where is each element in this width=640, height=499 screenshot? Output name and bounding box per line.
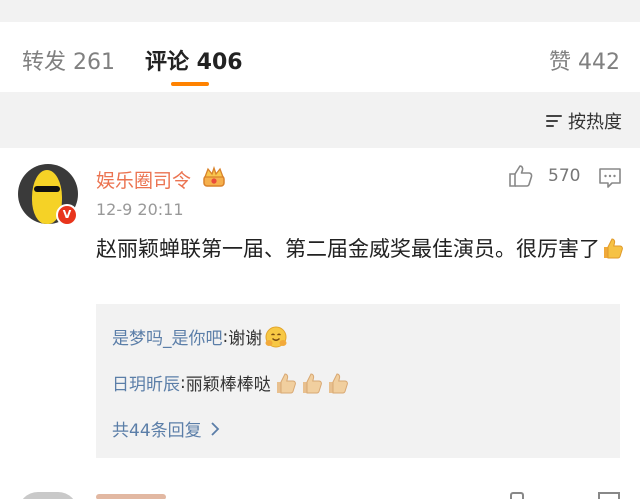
next-avatar bbox=[18, 492, 78, 499]
next-comment-icon bbox=[598, 492, 620, 499]
sort-bar: 按热度 bbox=[0, 92, 640, 148]
crown-icon bbox=[203, 166, 225, 187]
thumbs-up-emoji bbox=[604, 238, 623, 259]
reply-item: 日玥昕辰 : 丽颖棒棒哒 bbox=[112, 370, 349, 395]
reply-text: 谢谢 bbox=[228, 329, 263, 349]
comment-username[interactable]: 娱乐圈司令 bbox=[96, 166, 191, 193]
hug-emoji bbox=[265, 326, 287, 347]
sort-by-hot-button[interactable]: 按热度 bbox=[546, 108, 622, 134]
reply-item: 是梦吗_是你吧 : 谢谢 bbox=[112, 324, 288, 349]
comment-timestamp: 12-9 20:11 bbox=[96, 200, 184, 219]
tab-like[interactable]: 赞 442 bbox=[549, 44, 620, 76]
sort-label: 按热度 bbox=[568, 112, 622, 133]
thumb-up-icon bbox=[509, 165, 533, 187]
comment-text: 赵丽颖蝉联第一届、第二届金威奖最佳演员。很厉害了 bbox=[96, 232, 626, 266]
tab-comment[interactable]: 评论 406 bbox=[145, 44, 243, 76]
thumbs-up-emoji bbox=[276, 372, 296, 393]
more-replies-label: 共44条回复 bbox=[112, 421, 202, 441]
thumbs-up-emoji bbox=[302, 372, 322, 393]
tab-repost[interactable]: 转发 261 bbox=[22, 44, 115, 76]
sort-icon bbox=[546, 114, 562, 128]
comment-icon[interactable] bbox=[598, 166, 622, 190]
next-comment-preview bbox=[18, 486, 620, 499]
like-count: 570 bbox=[548, 166, 581, 186]
reply-text: 丽颖棒棒哒 bbox=[185, 375, 271, 395]
top-strip bbox=[0, 0, 640, 22]
comment-item: V 娱乐圈司令 12-9 20:11 570 赵丽颖蝉联第一届、第二届金威奖最佳… bbox=[0, 148, 640, 499]
reply-username[interactable]: 是梦吗_是你吧 bbox=[112, 324, 223, 349]
active-tab-indicator bbox=[171, 82, 209, 86]
thumbs-up-emoji bbox=[328, 372, 348, 393]
avatar-glasses bbox=[34, 186, 60, 192]
reply-box: 是梦吗_是你吧 : 谢谢 日玥昕辰 : 丽颖棒棒哒 共44条回复 bbox=[96, 304, 620, 458]
verified-badge: V bbox=[56, 204, 78, 226]
tab-bar: 转发 261 评论 406 赞 442 bbox=[0, 22, 640, 92]
more-replies-link[interactable]: 共44条回复 bbox=[112, 416, 220, 441]
next-thumb-up-icon bbox=[510, 492, 524, 499]
next-username-placeholder bbox=[96, 494, 166, 499]
like-button[interactable]: 570 bbox=[508, 164, 580, 188]
chevron-right-icon bbox=[211, 421, 219, 436]
reply-username[interactable]: 日玥昕辰 bbox=[112, 370, 180, 395]
comment-body: 赵丽颖蝉联第一届、第二届金威奖最佳演员。很厉害了 bbox=[96, 237, 600, 261]
